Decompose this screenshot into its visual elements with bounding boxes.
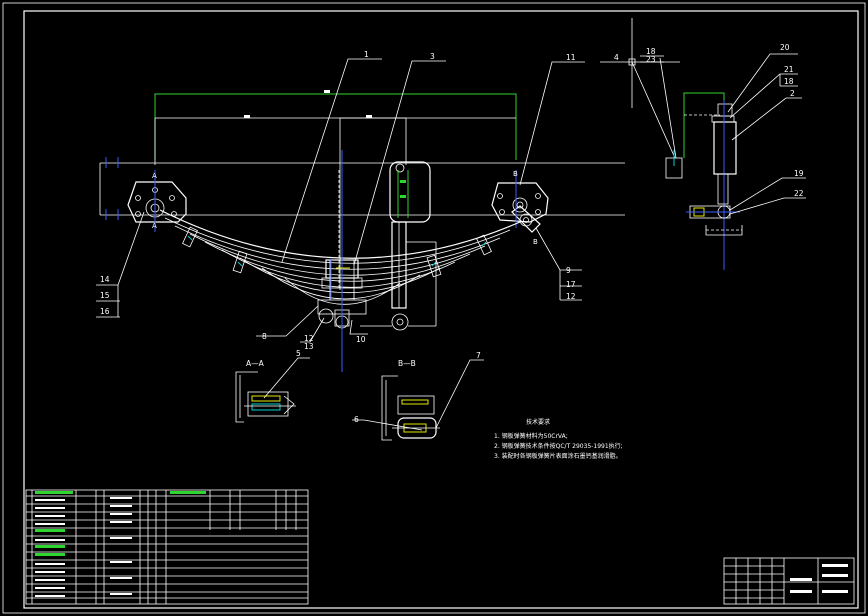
technical-requirements: 技术要求 1. 钢板弹簧材料为50CrVA; 2. 钢板弹簧技术条件按QC/T …	[494, 418, 623, 460]
sheet-inner-border	[23, 10, 859, 609]
part-label-18b: 18	[784, 77, 794, 86]
part-label-23: 23	[646, 55, 656, 64]
part-label-7: 7	[476, 351, 481, 360]
view-mark-b-bottom: B	[533, 238, 538, 246]
part-label-9: 9	[566, 266, 571, 275]
part-label-21: 21	[784, 65, 794, 74]
part-label-12a: 12	[566, 292, 576, 301]
part-label-8: 8	[262, 332, 267, 341]
view-mark-a-bottom: A	[152, 222, 157, 230]
main-elevation-view	[99, 90, 625, 372]
section-title-aa: A—A	[246, 359, 265, 368]
part-label-6: 6	[354, 415, 359, 424]
part-label-14: 14	[100, 275, 110, 284]
part-label-1: 1	[364, 50, 369, 59]
part-label-2: 2	[790, 89, 795, 98]
tech-notes-line3: 3. 装配时各钢板弹簧片表面涂石墨钙基润滑脂。	[494, 452, 622, 460]
part-label-11: 11	[566, 53, 576, 62]
tech-notes-line1: 1. 钢板弹簧材料为50CrVA;	[494, 432, 568, 440]
title-block	[723, 557, 855, 605]
leader-lines	[96, 58, 585, 343]
part-label-4: 4	[614, 53, 619, 62]
view-mark-a-top: A	[152, 172, 157, 180]
view-mark-b-top: B	[513, 170, 518, 178]
section-bb	[352, 359, 484, 441]
part-label-5: 5	[296, 349, 301, 358]
side-view	[600, 18, 806, 270]
part-label-19: 19	[794, 169, 804, 178]
part-label-3: 3	[430, 52, 435, 61]
part-label-13: 13	[304, 342, 314, 351]
parts-list-table	[25, 489, 309, 605]
section-title-bb: B—B	[398, 359, 416, 368]
part-label-15: 15	[100, 291, 110, 300]
part-label-10: 10	[356, 335, 366, 344]
part-label-16: 16	[100, 307, 110, 316]
tech-notes-title: 技术要求	[526, 418, 550, 426]
tech-notes-line2: 2. 钢板弹簧技术条件按QC/T 29035-1991执行;	[494, 442, 623, 450]
part-label-22: 22	[794, 189, 804, 198]
drawing-sheet: 1 3 11 4 18 23 20 21 18 2 19 22 14 15 16…	[2, 2, 866, 614]
part-number-labels: 1 3 11 4 18 23 20 21 18 2 19 22 14 15 16…	[100, 43, 804, 424]
part-label-20: 20	[780, 43, 790, 52]
part-label-17: 17	[566, 280, 576, 289]
